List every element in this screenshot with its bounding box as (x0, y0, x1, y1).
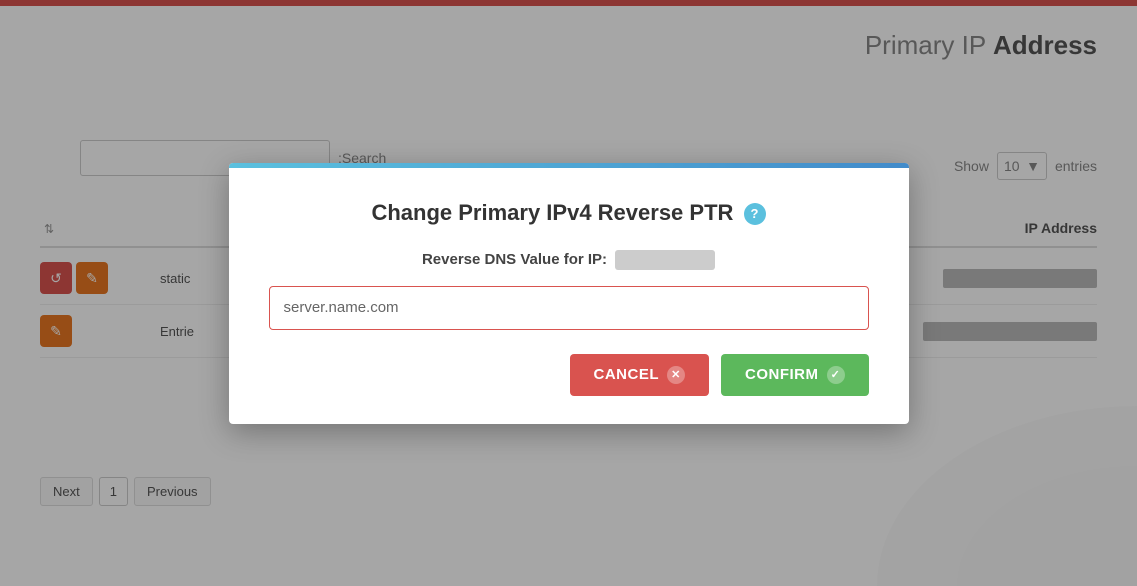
confirm-button[interactable]: CONFIRM ✓ (721, 354, 869, 396)
help-icon[interactable]: ? (744, 203, 766, 225)
cancel-label: CANCEL (594, 366, 660, 383)
modal-footer: CANCEL ✕ CONFIRM ✓ (269, 354, 869, 396)
dns-label-row: Reverse DNS Value for IP: (269, 250, 869, 270)
confirm-icon: ✓ (827, 366, 845, 384)
cancel-button[interactable]: CANCEL ✕ (570, 354, 710, 396)
dns-label: Reverse DNS Value for IP: (422, 251, 607, 268)
modal-overlay: Change Primary IPv4 Reverse PTR ? Revers… (0, 0, 1137, 586)
confirm-label: CONFIRM (745, 366, 819, 383)
cancel-icon: ✕ (667, 366, 685, 384)
modal-body: Change Primary IPv4 Reverse PTR ? Revers… (229, 168, 909, 424)
modal-title: Change Primary IPv4 Reverse PTR ? (269, 200, 869, 226)
modal-title-text: Change Primary IPv4 Reverse PTR (371, 200, 733, 225)
dns-value-input[interactable] (269, 286, 869, 330)
ip-address-blurred (615, 250, 715, 270)
modal-dialog: Change Primary IPv4 Reverse PTR ? Revers… (229, 163, 909, 424)
